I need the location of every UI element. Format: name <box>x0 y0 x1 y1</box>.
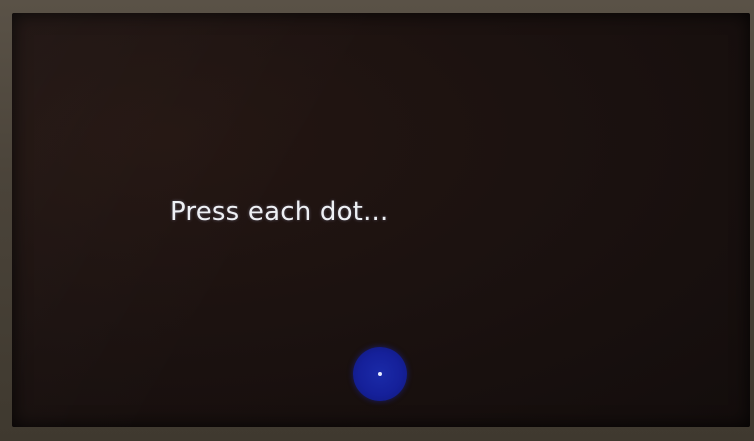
touch-screen: Press each dot... <box>12 13 750 427</box>
target-center-point <box>378 372 382 376</box>
calibration-target-dot[interactable] <box>353 347 407 401</box>
device-bezel: Press each dot... <box>0 0 754 441</box>
calibration-prompt: Press each dot... <box>170 197 389 227</box>
